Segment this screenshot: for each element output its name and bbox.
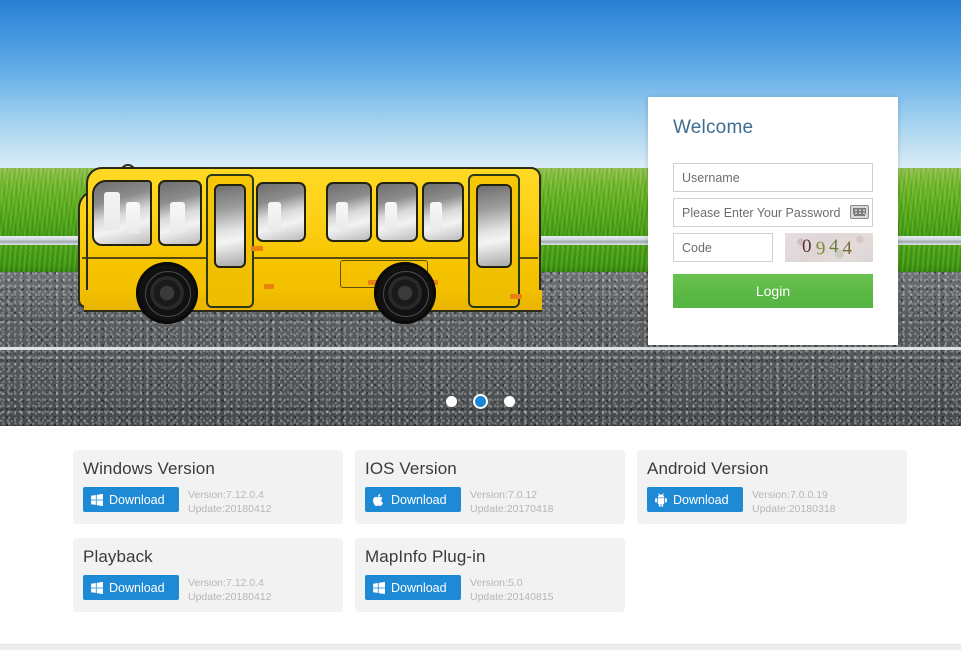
bus-windscreen <box>92 180 152 246</box>
download-card-meta: Version:7.0.12 Update:20170418 <box>470 487 554 516</box>
download-update-date: Update:20180412 <box>188 503 272 515</box>
footer-strip <box>0 644 961 650</box>
carousel-dot-3[interactable] <box>504 396 515 407</box>
bus-front-wheel <box>136 262 198 324</box>
download-card-meta: Version:7.12.0.4 Update:20180412 <box>188 575 272 604</box>
download-card-row: Download Version:7.12.0.4 Update:20180412 <box>83 487 343 516</box>
carousel-dot-2[interactable] <box>475 396 486 407</box>
bus-side-marker-2 <box>264 284 274 289</box>
download-button-label: Download <box>109 580 165 595</box>
captcha-digit-4: 4 <box>842 237 856 259</box>
download-update-date: Update:20170418 <box>470 503 554 515</box>
download-button[interactable]: Download <box>647 487 743 512</box>
hero-banner-carousel: Welcome 0 9 4 4 Login <box>0 0 961 426</box>
page-title: Welcome <box>673 117 754 138</box>
carousel-dot-1[interactable] <box>446 396 457 407</box>
download-button[interactable]: Download <box>365 575 461 600</box>
carousel-dots <box>0 396 961 407</box>
bus-rear-wheel <box>374 262 436 324</box>
windows-icon <box>90 493 104 507</box>
download-card-title: MapInfo Plug-in <box>365 547 486 566</box>
password-input[interactable] <box>673 198 873 227</box>
bus-window-4-glint <box>385 202 397 230</box>
download-card-row: Download Version:7.0.12 Update:20170418 <box>365 487 625 516</box>
bus-front-door-glass <box>214 184 246 268</box>
captcha-digit-2: 9 <box>814 237 830 259</box>
download-button[interactable]: Download <box>365 487 461 512</box>
windows-icon <box>90 581 104 595</box>
download-card: Windows Version Download Version:7.12.0.4 U… <box>73 450 343 524</box>
bus-rear-door-glass <box>476 184 512 268</box>
username-input[interactable] <box>673 163 873 192</box>
login-card: Welcome 0 9 4 4 Login <box>648 97 898 345</box>
download-card-title: Windows Version <box>83 459 215 478</box>
download-card: Playback Download Version:7.12.0.4 Update:2… <box>73 538 343 612</box>
download-version: Version:5.0 <box>470 577 523 589</box>
bus-window-1-glint <box>170 202 185 234</box>
bus-windscreen-glint-2 <box>126 202 140 234</box>
bus-side-marker-1 <box>251 246 263 251</box>
download-button-label: Download <box>391 492 447 507</box>
download-version: Version:7.12.0.4 <box>188 577 264 589</box>
bus-window-5-glint <box>430 202 442 230</box>
bus-window-3-glint <box>336 202 348 230</box>
android-icon <box>654 492 668 507</box>
download-update-date: Update:20180318 <box>752 503 836 515</box>
apple-icon <box>372 493 386 507</box>
download-button[interactable]: Download <box>83 487 179 512</box>
download-card-row: Download Version:5.0 Update:20140815 <box>365 575 625 604</box>
download-card-meta: Version:5.0 Update:20140815 <box>470 575 554 604</box>
download-card-title: IOS Version <box>365 459 457 478</box>
download-version: Version:7.0.0.19 <box>752 489 828 501</box>
downloads-section: Windows Version Download Version:7.12.0.4 U… <box>0 426 961 650</box>
bus-window-4 <box>376 182 418 242</box>
download-version: Version:7.0.12 <box>470 489 538 501</box>
download-card-row: Download Version:7.0.0.19 Update:20180318 <box>647 487 907 516</box>
bus-illustration <box>78 162 548 337</box>
download-card-meta: Version:7.12.0.4 Update:20180412 <box>188 487 272 516</box>
bus-rear-marker <box>510 294 522 299</box>
download-card-row: Download Version:7.12.0.4 Update:20180412 <box>83 575 343 604</box>
download-button[interactable]: Download <box>83 575 179 600</box>
captcha-code-input[interactable] <box>673 233 773 262</box>
download-card-title: Android Version <box>647 459 769 478</box>
download-button-label: Download <box>109 492 165 507</box>
download-card-title: Playback <box>83 547 153 566</box>
download-version: Version:7.12.0.4 <box>188 489 264 501</box>
download-cards-grid: Windows Version Download Version:7.12.0.4 U… <box>73 450 913 612</box>
download-card: MapInfo Plug-in Download Version:5.0 Update… <box>355 538 625 612</box>
captcha-digit-1: 0 <box>802 235 816 257</box>
bus-window-5 <box>422 182 464 242</box>
windows-icon <box>372 581 386 595</box>
download-button-label: Download <box>673 492 729 507</box>
keyboard-icon[interactable] <box>850 205 869 219</box>
bus-window-3 <box>326 182 372 242</box>
bus-window-2 <box>256 182 306 242</box>
login-page: Welcome 0 9 4 4 Login <box>0 0 961 650</box>
download-card-meta: Version:7.0.0.19 Update:20180318 <box>752 487 836 516</box>
download-button-label: Download <box>391 580 447 595</box>
download-update-date: Update:20180412 <box>188 591 272 603</box>
download-card: IOS Version Download Version:7.0.12 Update:… <box>355 450 625 524</box>
login-button[interactable]: Login <box>673 274 873 308</box>
road-lane-marking <box>0 347 961 350</box>
download-card: Android Version Download Version:7.0.0.19 U… <box>637 450 907 524</box>
bus-windscreen-glint <box>104 192 120 230</box>
download-update-date: Update:20140815 <box>470 591 554 603</box>
captcha-digit-3: 4 <box>828 235 843 257</box>
captcha-image[interactable]: 0 9 4 4 <box>785 233 873 262</box>
password-field-wrapper <box>673 198 873 227</box>
bus-window-2-glint <box>268 202 281 230</box>
